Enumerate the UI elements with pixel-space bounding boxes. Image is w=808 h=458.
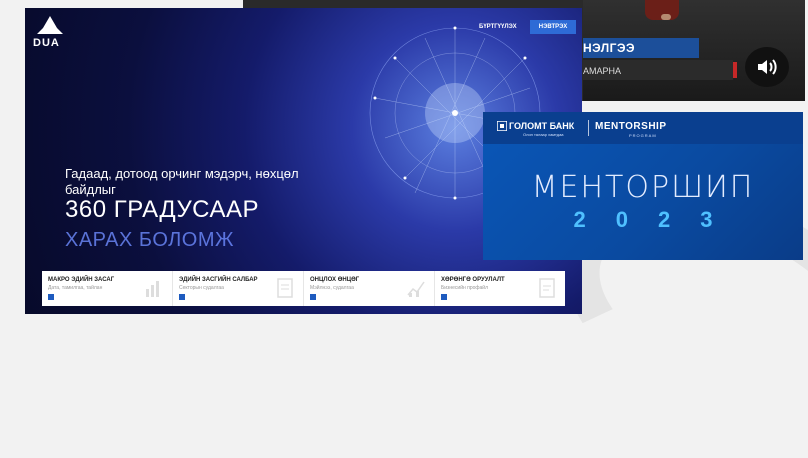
hero-headline: 360 ГРАДУСААР: [65, 196, 260, 223]
mentorship-year: 2023: [573, 207, 743, 232]
bar-chart-icon: [146, 281, 159, 297]
card-arrow-button[interactable]: [48, 294, 54, 300]
checklist-icon: [277, 278, 293, 298]
video-name-text: НЭЛГЭЭ: [583, 41, 636, 55]
card-investment[interactable]: ХӨРӨНГӨ ОРУУЛАЛТ Бизнесийн профайл: [435, 271, 565, 306]
header-divider: [588, 120, 589, 136]
card-focus[interactable]: ОНЦЛОХ ӨНЦӨГ Мэйлнээ, судалгаа: [304, 271, 435, 306]
card-title: ЭДИЙН ЗАСГИЙН САЛБАР: [179, 277, 258, 283]
video-person-hand: [661, 14, 671, 20]
video-sub-bar: АМАРНА: [583, 60, 733, 80]
card-arrow-button[interactable]: [179, 294, 185, 300]
hero-subtitle: Гадаад, дотоод орчинг мэдэрч, нөхцөл бай…: [65, 166, 299, 197]
card-sector[interactable]: ЭДИЙН ЗАСГИЙН САЛБАР Секторын судалгаа: [173, 271, 304, 306]
card-title: ХӨРӨНГӨ ОРУУЛАЛТ: [441, 277, 505, 283]
program-name: MENTORSHIP: [595, 121, 667, 132]
card-arrow-button[interactable]: [310, 294, 316, 300]
card-subtitle: Мэйлнээ, судалгаа: [310, 285, 354, 291]
volume-button[interactable]: [745, 47, 789, 87]
hero-headline-2: ХАРАХ БОЛОМЖ: [65, 229, 234, 251]
card-subtitle: Дата, тамилгаа, тайлан: [48, 285, 103, 291]
card-arrow-button[interactable]: [441, 294, 447, 300]
volume-icon: [758, 59, 777, 75]
video-red-accent: [733, 62, 737, 78]
logo-text: DUA: [33, 37, 60, 49]
video-sub-text: АМАРНА: [583, 66, 622, 76]
register-link[interactable]: БҮРТГҮҮЛЭХ: [479, 24, 517, 30]
mentorship-title: МЕНТОРШИП: [531, 170, 755, 205]
line-chart-icon: [407, 281, 425, 297]
bank-slogan: Олон талаар хамтдаа: [523, 132, 564, 137]
video-name-bar: НЭЛГЭЭ: [583, 38, 699, 58]
card-title: МАКРО ЭДИЙН ЗАСАГ: [48, 277, 115, 283]
card-macro[interactable]: МАКРО ЭДИЙН ЗАСАГ Дата, тамилгаа, тайлан: [42, 271, 173, 306]
card-subtitle: Секторын судалгаа: [179, 285, 224, 291]
bank-logo-icon: [497, 121, 507, 131]
document-icon: [539, 278, 555, 298]
bank-name: ГОЛОМТ БАНК: [509, 121, 575, 131]
program-subtitle: PROGRAM: [629, 133, 657, 138]
feature-cards: МАКРО ЭДИЙН ЗАСАГ Дата, тамилгаа, тайлан…: [42, 271, 565, 306]
card-subtitle: Бизнесийн профайл: [441, 285, 489, 291]
login-button[interactable]: НЭВТРЭХ: [530, 20, 576, 34]
mentorship-banner[interactable]: ГОЛОМТ БАНК Олон талаар хамтдаа MENTORSH…: [483, 112, 803, 260]
card-title: ОНЦЛОХ ӨНЦӨГ: [310, 277, 360, 283]
